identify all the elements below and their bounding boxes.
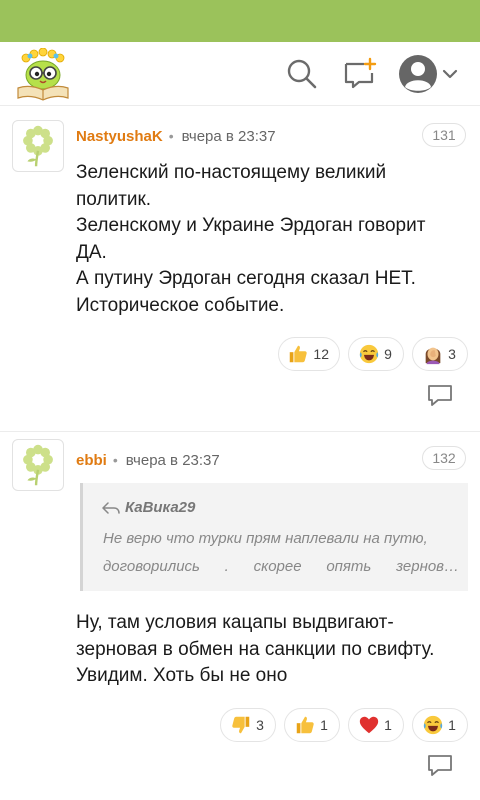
reply-arrow-icon [102, 501, 120, 514]
commenter-avatar[interactable] [12, 120, 64, 172]
comment-number[interactable]: 131 [422, 123, 466, 147]
reaction-count: 1 [320, 717, 328, 733]
thumbs-up-emoji-icon [294, 714, 316, 736]
commenter-avatar[interactable] [12, 439, 64, 491]
reaction-bar: 12 9 3 [278, 337, 468, 371]
meta-separator: • [168, 128, 174, 144]
reply-bubble-icon[interactable] [426, 753, 454, 779]
comment-number[interactable]: 132 [422, 446, 466, 470]
thumbs-down-emoji-icon [230, 714, 252, 736]
thumbs-up-emoji-icon [287, 343, 309, 365]
comment-text: Ну, там условия кацапы выдвигают- зернов… [76, 610, 468, 690]
chat-plus-icon[interactable] [342, 56, 378, 92]
comment-meta: NastyushaK • вчера в 23:37 [76, 125, 276, 147]
quote-author: КаВика29 [101, 499, 195, 516]
comment-text-line: Зеленскому и Украине Эрдоган говорит [76, 215, 426, 236]
laughing-emoji-icon [422, 714, 444, 736]
reaction-count: 1 [448, 717, 456, 733]
reaction-heart[interactable]: 1 [348, 708, 404, 742]
reaction-thumbs-down[interactable]: 3 [220, 708, 276, 742]
user-avatar-icon[interactable] [398, 54, 438, 94]
quote-text: Не верю что турки прям наплевали на путю… [103, 525, 459, 581]
comment-text-line: ДА. [76, 241, 107, 263]
quote-text-line: Не верю что турки прям наплевали на путю… [103, 530, 428, 547]
comment-time: вчера в 23:37 [181, 127, 276, 145]
comment-text-line: зерновая в обмен на санкции по свифту. [76, 638, 435, 660]
comment-author[interactable]: ebbi [76, 452, 107, 469]
comment-text-line: Зеленский по-настоящему великий [76, 162, 387, 183]
reaction-laughing[interactable]: 9 [348, 337, 404, 371]
comment-time: вчера в 23:37 [125, 451, 220, 469]
quoted-comment[interactable]: КаВика29 Не верю что турки прям наплевал… [80, 483, 468, 591]
chevron-down-icon[interactable] [440, 64, 460, 84]
reaction-count: 3 [448, 346, 456, 362]
comment-text-line: Историческое событие. [76, 294, 285, 316]
laughing-emoji-icon [358, 343, 380, 365]
quote-text-line: договорились . скорее опять зернов… [103, 558, 459, 575]
reply-bubble-icon[interactable] [426, 383, 454, 409]
top-status-strip [0, 0, 480, 42]
reaction-laughing[interactable]: 1 [412, 708, 468, 742]
comment-text-line: Увидим. Хоть бы не оно [76, 665, 288, 686]
comment-meta: ebbi • вчера в 23:37 [76, 449, 220, 471]
reaction-bar: 3 1 1 1 [220, 708, 468, 742]
search-icon[interactable] [284, 56, 320, 92]
reaction-thumbs-up[interactable]: 1 [284, 708, 340, 742]
comment-item: ebbi • вчера в 23:37 132 КаВика29 Не вер… [0, 431, 480, 800]
app-header [0, 42, 480, 106]
comment-text-line: А путину Эрдоган сегодня сказал НЕТ. [76, 268, 416, 289]
reaction-count: 1 [384, 717, 392, 733]
reaction-count: 9 [384, 346, 392, 362]
comment-text: Зеленский по-настоящему великий политик.… [76, 160, 468, 319]
comment-text-line: Ну, там условия кацапы выдвигают- [76, 612, 394, 633]
reaction-facepalm[interactable]: 3 [412, 337, 468, 371]
quote-author-name: КаВика29 [125, 499, 196, 516]
reaction-count: 12 [313, 346, 329, 362]
reaction-thumbs-up[interactable]: 12 [278, 337, 340, 371]
owl-book-logo[interactable] [12, 48, 74, 102]
facepalm-emoji-icon [422, 343, 444, 365]
comment-item: NastyushaK • вчера в 23:37 131 Зеленский… [0, 107, 480, 431]
heart-emoji-icon [358, 714, 380, 736]
reaction-count: 3 [256, 717, 264, 733]
comment-author[interactable]: NastyushaK [76, 128, 163, 145]
comment-text-line: политик. [76, 188, 152, 210]
meta-separator: • [112, 452, 118, 468]
